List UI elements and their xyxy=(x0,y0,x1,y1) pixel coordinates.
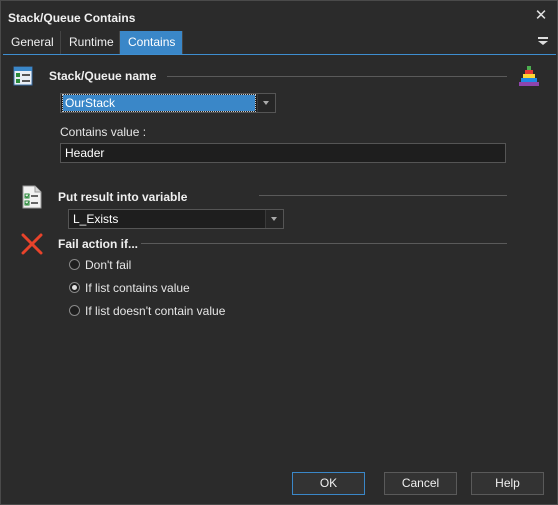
tab-runtime[interactable]: Runtime xyxy=(61,31,120,54)
result-section-title: Put result into variable xyxy=(58,190,188,204)
help-button[interactable]: Help xyxy=(471,472,544,495)
cancel-button[interactable]: Cancel xyxy=(384,472,457,495)
ok-button[interactable]: OK xyxy=(292,472,365,495)
tabs-menu-icon[interactable] xyxy=(538,37,548,45)
radio-label: Don't fail xyxy=(85,258,132,272)
fail-section-title: Fail action if... xyxy=(58,237,139,251)
stack-section-title: Stack/Queue name xyxy=(49,69,157,83)
radio-button[interactable] xyxy=(69,259,80,270)
title-bar: Stack/Queue Contains ✕ xyxy=(1,1,557,31)
contains-value-input[interactable]: Header xyxy=(60,143,506,163)
result-variable-select[interactable]: L_Exists xyxy=(68,209,284,229)
result-variable-value: L_Exists xyxy=(73,212,119,226)
list-form-icon xyxy=(13,66,33,86)
radio-if-contains[interactable]: If list contains value xyxy=(69,281,269,297)
close-button[interactable]: ✕ xyxy=(531,6,551,26)
radio-if-not-contains[interactable]: If list doesn't contain value xyxy=(69,304,269,320)
stack-name-select[interactable]: OurStack xyxy=(60,93,276,113)
stack-name-value: OurStack xyxy=(62,94,256,112)
window-title: Stack/Queue Contains xyxy=(8,11,136,25)
chevron-down-icon[interactable] xyxy=(265,210,283,228)
tab-strip: General Runtime Contains xyxy=(3,31,556,55)
close-icon: ✕ xyxy=(534,7,548,24)
section-divider xyxy=(259,195,507,196)
red-x-icon xyxy=(21,233,43,255)
section-divider xyxy=(167,76,507,77)
checklist-document-icon xyxy=(22,185,42,209)
pyramid-stack-icon xyxy=(517,64,541,88)
dialog-window: Stack/Queue Contains ✕ General Runtime C… xyxy=(0,0,558,505)
contains-value-label: Contains value : xyxy=(60,125,147,139)
chevron-down-icon[interactable] xyxy=(257,94,275,112)
radio-button[interactable] xyxy=(69,305,80,316)
tab-contains[interactable]: Contains xyxy=(120,31,183,54)
section-divider xyxy=(141,243,507,244)
radio-label: If list contains value xyxy=(85,281,190,295)
radio-label: If list doesn't contain value xyxy=(85,304,226,318)
radio-button[interactable] xyxy=(69,282,80,293)
radio-dont-fail[interactable]: Don't fail xyxy=(69,258,269,274)
tab-general[interactable]: General xyxy=(3,31,61,54)
